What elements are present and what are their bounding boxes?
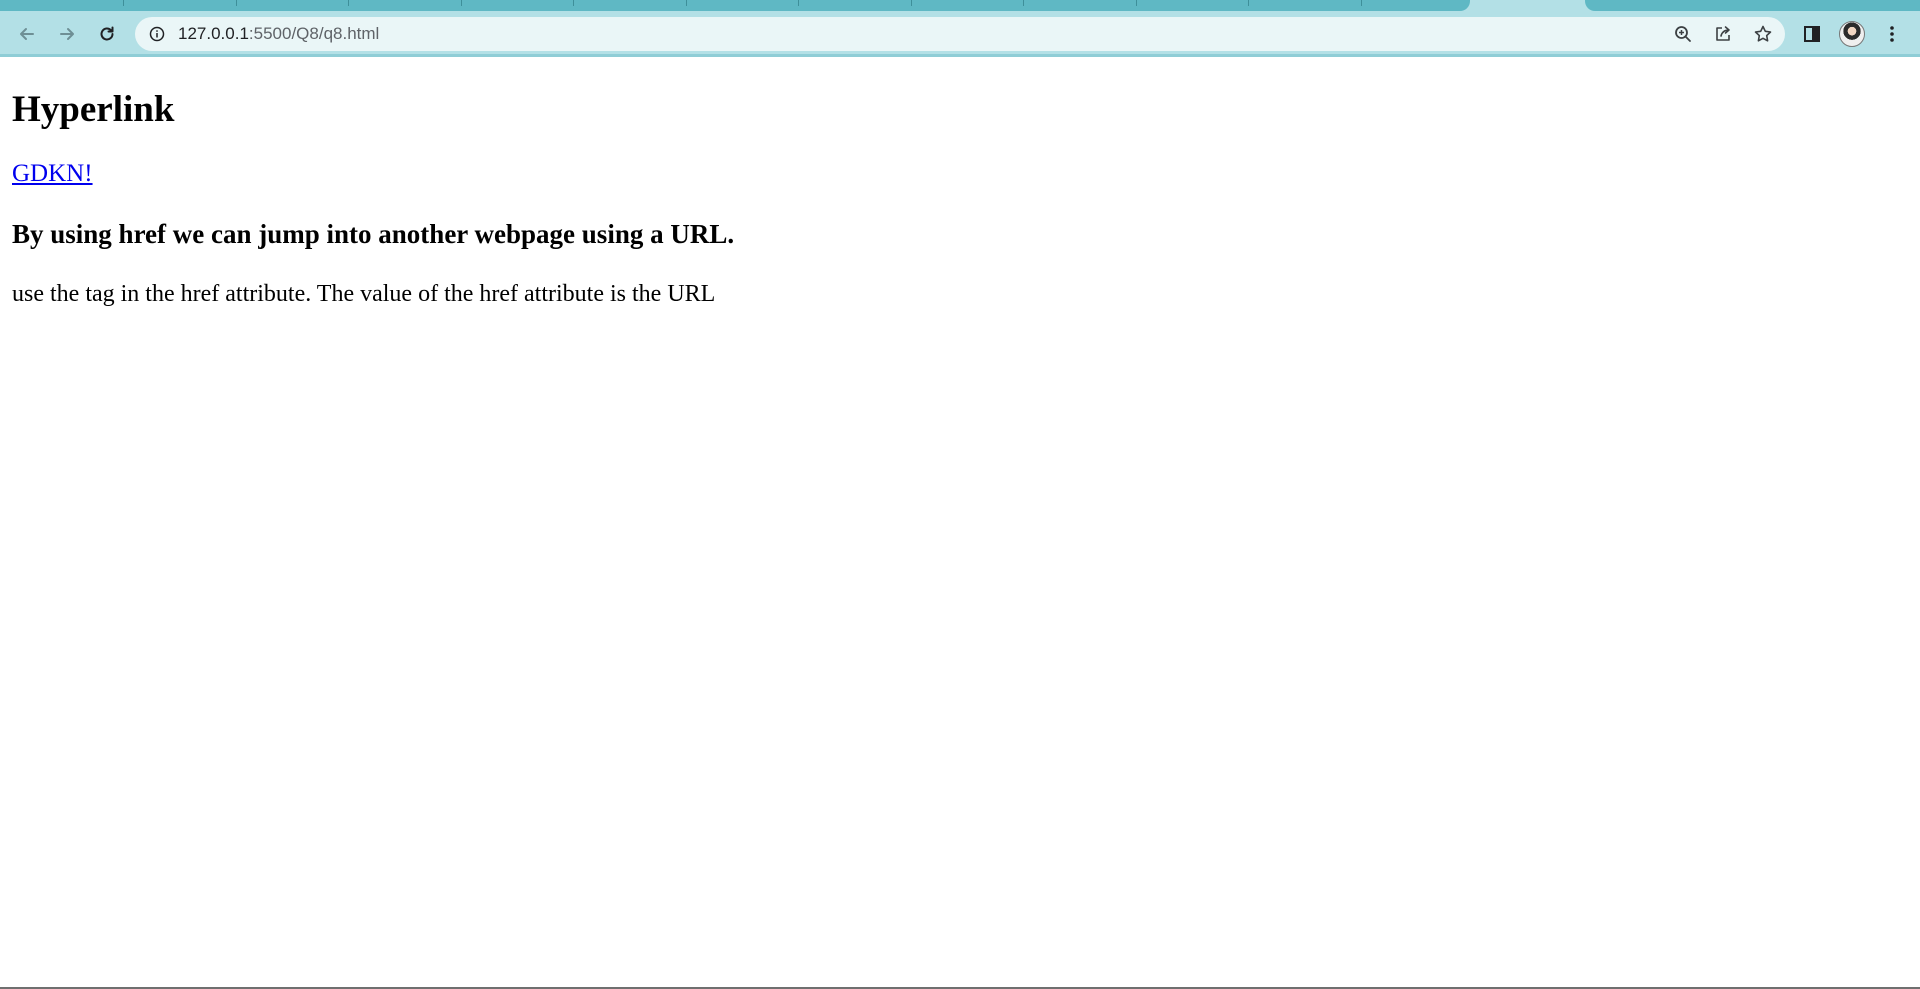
toolbar: 127.0.0.1:5500/Q8/q8.html xyxy=(0,12,1920,56)
url-path: :5500/Q8/q8.html xyxy=(248,24,380,43)
url-host: 127.0.0.1 xyxy=(178,24,249,43)
tab-separator xyxy=(911,0,912,6)
share-button[interactable] xyxy=(1711,22,1735,46)
zoom-icon xyxy=(1675,26,1691,42)
browser-chrome: 127.0.0.1:5500/Q8/q8.html xyxy=(0,0,1920,57)
tab-separator xyxy=(686,0,687,6)
tab-separator xyxy=(123,0,124,6)
tab-separator xyxy=(1248,0,1249,6)
arrow-right-icon xyxy=(60,28,74,40)
url-text[interactable]: 127.0.0.1:5500/Q8/q8.html xyxy=(178,17,379,51)
tab-separator xyxy=(798,0,799,6)
star-icon xyxy=(1754,25,1772,42)
share-icon xyxy=(1716,26,1730,41)
tab-separator xyxy=(1136,0,1137,6)
bookmark-button[interactable] xyxy=(1751,22,1775,46)
page-paragraph: use the tag in the href attribute. The v… xyxy=(12,281,716,307)
tab-group-right[interactable] xyxy=(1585,0,1920,11)
tab-separator xyxy=(461,0,462,6)
page-content: Hyperlink GDKN! By using href we can jum… xyxy=(0,57,1920,987)
side-panel-button[interactable] xyxy=(1796,18,1828,50)
menu-button[interactable] xyxy=(1876,18,1908,50)
tab-separator xyxy=(236,0,237,6)
tab-separator xyxy=(573,0,574,6)
tab-separator xyxy=(348,0,349,6)
forward-button[interactable] xyxy=(51,18,83,50)
tab-separator xyxy=(1361,0,1362,6)
zoom-button[interactable] xyxy=(1671,22,1695,46)
profile-button[interactable] xyxy=(1836,18,1868,50)
tab-strip xyxy=(0,0,1920,12)
kebab-menu-icon xyxy=(1890,26,1894,42)
back-button[interactable] xyxy=(11,18,43,50)
reload-icon xyxy=(100,26,114,41)
arrow-left-icon xyxy=(20,28,34,40)
info-icon[interactable] xyxy=(149,26,165,42)
page-subheading: By using href we can jump into another w… xyxy=(12,219,735,249)
page-title: Hyperlink xyxy=(12,89,175,130)
address-bar[interactable]: 127.0.0.1:5500/Q8/q8.html xyxy=(135,17,1785,51)
tab-separator xyxy=(1023,0,1024,6)
reload-button[interactable] xyxy=(91,18,123,50)
tab-group[interactable] xyxy=(0,0,1470,11)
hyperlink[interactable]: GDKN! xyxy=(12,159,93,189)
side-panel-icon xyxy=(1804,26,1820,42)
avatar xyxy=(1839,21,1865,47)
